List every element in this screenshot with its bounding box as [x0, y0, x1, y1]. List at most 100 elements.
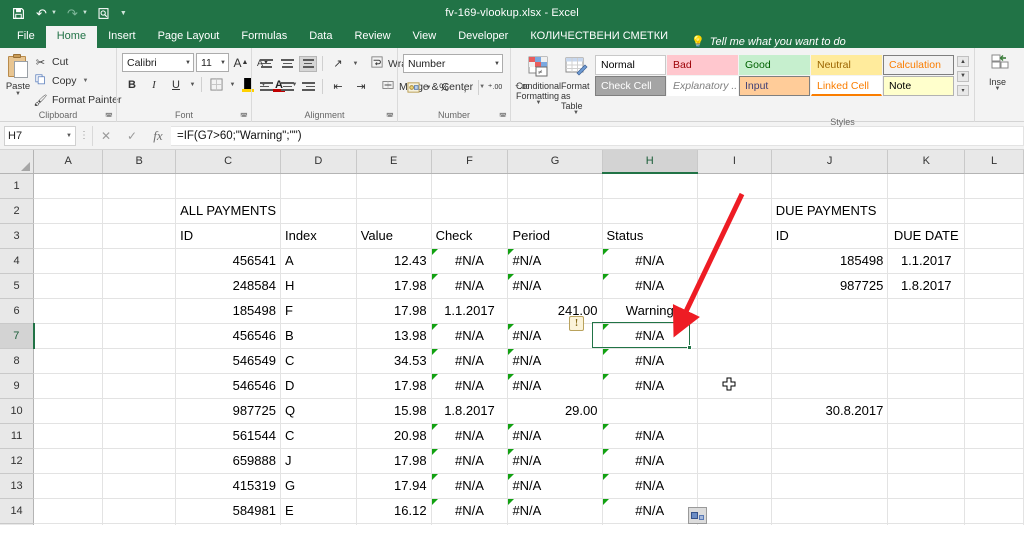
cell-H15[interactable]: [602, 523, 698, 525]
cell-B9[interactable]: [102, 373, 177, 399]
cell-E11[interactable]: 20.98: [356, 423, 432, 449]
style-calculation[interactable]: Calculation: [883, 55, 954, 75]
cell-C1[interactable]: [175, 173, 281, 199]
conditional-formatting-caret[interactable]: ▼: [536, 100, 542, 106]
copy-caret[interactable]: ▼: [83, 78, 89, 84]
cell-K7[interactable]: [887, 323, 966, 349]
cell-L6[interactable]: [964, 298, 1024, 324]
cell-B11[interactable]: [102, 423, 177, 449]
styles-scroll-down-icon[interactable]: ▼: [957, 70, 969, 82]
cut-button[interactable]: ✂ Cut: [31, 53, 125, 71]
cell-C4[interactable]: 456541: [175, 248, 281, 274]
styles-more-icon[interactable]: ▾: [957, 85, 969, 96]
cell-B6[interactable]: [102, 298, 177, 324]
clipboard-dialog-launcher[interactable]: ◚: [105, 112, 114, 121]
cell-A9[interactable]: [33, 373, 104, 399]
tab-home[interactable]: Home: [45, 26, 98, 48]
cell-D10[interactable]: Q: [280, 398, 357, 424]
cell-I6[interactable]: [697, 298, 772, 324]
cell-B15[interactable]: [102, 523, 177, 525]
cell-I10[interactable]: [697, 398, 772, 424]
style-bad[interactable]: Bad: [667, 55, 738, 75]
grid-row[interactable]: 4 456541 A 12.43 #N/A #N/A #N/A 185498 1.1.2017: [0, 248, 1024, 274]
cell-J13[interactable]: [771, 473, 889, 499]
style-good[interactable]: Good: [739, 55, 810, 75]
cell-J2[interactable]: DUE PAYMENTS: [771, 198, 889, 224]
grid-row[interactable]: 15: [0, 523, 1024, 525]
cell-B4[interactable]: [102, 248, 177, 274]
cell-L14[interactable]: [964, 498, 1024, 524]
tab-data[interactable]: Data: [298, 26, 343, 48]
tab-file[interactable]: File: [6, 26, 46, 48]
enter-formula-icon[interactable]: ✓: [119, 129, 145, 143]
cell-B7[interactable]: [102, 323, 177, 349]
cell-K2[interactable]: [887, 198, 966, 224]
cell-I8[interactable]: [697, 348, 772, 374]
currency-caret[interactable]: ▼: [424, 85, 433, 91]
cell-E1[interactable]: [356, 173, 432, 199]
row-header-15[interactable]: 15: [0, 523, 35, 525]
insert-function-icon[interactable]: fx: [145, 128, 171, 144]
cell-D5[interactable]: H: [280, 273, 357, 299]
style-linked-cell[interactable]: Linked Cell: [811, 76, 882, 96]
cell-K11[interactable]: [887, 423, 966, 449]
cell-J8[interactable]: [771, 348, 889, 374]
cell-G7[interactable]: #N/A: [507, 323, 603, 349]
cell-G11[interactable]: #N/A: [507, 423, 603, 449]
cell-C2[interactable]: ALL PAYMENTS: [175, 198, 281, 224]
cell-I1[interactable]: [697, 173, 772, 199]
row-header-4[interactable]: 4: [0, 248, 35, 274]
cell-A11[interactable]: [33, 423, 104, 449]
cell-A8[interactable]: [33, 348, 104, 374]
cell-F11[interactable]: #N/A: [431, 423, 509, 449]
cell-L10[interactable]: [964, 398, 1024, 424]
orientation-icon[interactable]: ↗: [328, 54, 348, 73]
borders-icon[interactable]: [206, 75, 226, 94]
style-check-cell[interactable]: Check Cell: [595, 76, 666, 96]
row-header-11[interactable]: 11: [0, 423, 35, 449]
format-painter-button[interactable]: 🖌 Format Painter: [31, 91, 125, 109]
cell-B5[interactable]: [102, 273, 177, 299]
tell-me-box[interactable]: 💡 Tell me what you want to do: [679, 35, 846, 49]
tab-view[interactable]: View: [402, 26, 448, 48]
paste-caret[interactable]: ▼: [15, 91, 21, 97]
cell-J15[interactable]: [771, 523, 889, 525]
cell-K1[interactable]: [887, 173, 966, 199]
number-format-caret[interactable]: ▼: [490, 61, 500, 67]
cell-I15[interactable]: [697, 523, 772, 525]
row-header-3[interactable]: 3: [0, 223, 35, 249]
underline-caret[interactable]: ▼: [188, 82, 197, 88]
cell-E7[interactable]: 13.98: [356, 323, 432, 349]
cell-K3[interactable]: DUE DATE: [887, 223, 966, 249]
cell-J6[interactable]: [771, 298, 889, 324]
cell-I13[interactable]: [697, 473, 772, 499]
name-box-caret[interactable]: ▼: [66, 133, 72, 139]
grid-row[interactable]: 5 248584 H 17.98 #N/A #N/A #N/A 987725 1.8.2017: [0, 273, 1024, 299]
cell-J1[interactable]: [771, 173, 889, 199]
cell-L1[interactable]: [964, 173, 1024, 199]
cell-A14[interactable]: [33, 498, 104, 524]
cell-L3[interactable]: [964, 223, 1024, 249]
cell-F9[interactable]: #N/A: [431, 373, 509, 399]
cell-C8[interactable]: 546549: [175, 348, 281, 374]
cell-D11[interactable]: C: [280, 423, 357, 449]
ribbon-tab-strip[interactable]: File Home Insert Page Layout Formulas Da…: [0, 26, 1024, 48]
cell-E8[interactable]: 34.53: [356, 348, 432, 374]
column-header-I[interactable]: I: [697, 150, 772, 174]
cell-F7[interactable]: #N/A: [431, 323, 509, 349]
cell-G13[interactable]: #N/A: [507, 473, 603, 499]
cell-D4[interactable]: A: [280, 248, 357, 274]
font-size-caret[interactable]: ▼: [216, 60, 226, 66]
cell-E2[interactable]: [356, 198, 432, 224]
cell-D6[interactable]: F: [280, 298, 357, 324]
cell-L9[interactable]: [964, 373, 1024, 399]
cell-F14[interactable]: #N/A: [431, 498, 509, 524]
cell-K10[interactable]: [887, 398, 966, 424]
cell-F5[interactable]: #N/A: [431, 273, 509, 299]
grid-row[interactable]: 10 987725 Q 15.98 1.8.2017 29.00 30.8.2017: [0, 398, 1024, 424]
italic-button[interactable]: I: [144, 75, 164, 94]
increase-decimal-icon[interactable]: ⁺ .00: [482, 78, 508, 97]
error-checking-icon[interactable]: !: [569, 316, 584, 331]
cell-H10[interactable]: [602, 398, 698, 424]
cell-E4[interactable]: 12.43: [356, 248, 432, 274]
